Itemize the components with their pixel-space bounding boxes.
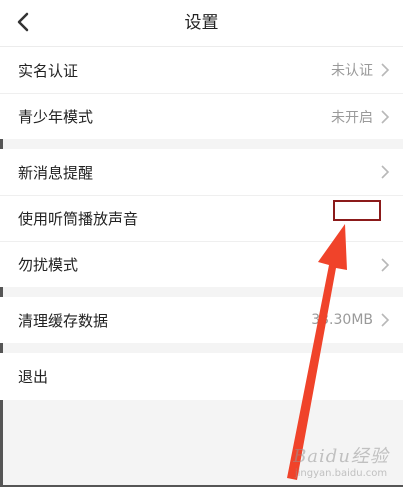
row-real-name-auth[interactable]: 实名认证 未认证 — [0, 47, 403, 93]
row-value: 未认证 — [331, 63, 373, 79]
settings-group-storage: 清理缓存数据 33.30MB — [0, 297, 403, 343]
cache-size-value: 33.30MB — [311, 312, 373, 328]
settings-group-logout: 退出 — [0, 353, 403, 400]
watermark-main-text: Baidu经验 — [293, 445, 389, 467]
row-clear-cache[interactable]: 清理缓存数据 33.30MB — [0, 297, 403, 343]
watermark-sub-text: jingyan.baidu.com — [294, 467, 388, 479]
logout-button[interactable]: 退出 — [0, 353, 403, 400]
chevron-right-icon — [381, 109, 390, 124]
earpiece-toggle-switch[interactable] — [333, 200, 381, 221]
row-new-message-alert[interactable]: 新消息提醒 — [0, 149, 403, 195]
baidu-watermark-logo: Baidu经验 jingyan.baidu.com — [286, 436, 396, 484]
row-do-not-disturb[interactable]: 勿扰模式 — [0, 242, 403, 287]
row-label: 实名认证 — [18, 61, 79, 80]
top-bar: 设置 — [0, 0, 403, 47]
chevron-right-icon — [381, 257, 390, 272]
row-label: 勿扰模式 — [18, 256, 79, 274]
chevron-right-icon — [381, 165, 390, 179]
chevron-right-icon — [381, 313, 390, 327]
row-label: 青少年模式 — [18, 108, 94, 126]
row-value: 未开启 — [331, 109, 373, 126]
row-label: 清理缓存数据 — [18, 311, 109, 330]
chevron-right-icon — [381, 63, 390, 77]
row-label: 退出 — [18, 368, 49, 386]
row-label: 使用听筒播放声音 — [18, 210, 139, 228]
row-label: 新消息提醒 — [18, 163, 94, 182]
page-title: 设置 — [184, 13, 219, 33]
row-teen-mode[interactable]: 青少年模式 未开启 — [0, 94, 403, 139]
settings-group-account: 实名认证 未认证 青少年模式 未开启 — [0, 47, 403, 139]
